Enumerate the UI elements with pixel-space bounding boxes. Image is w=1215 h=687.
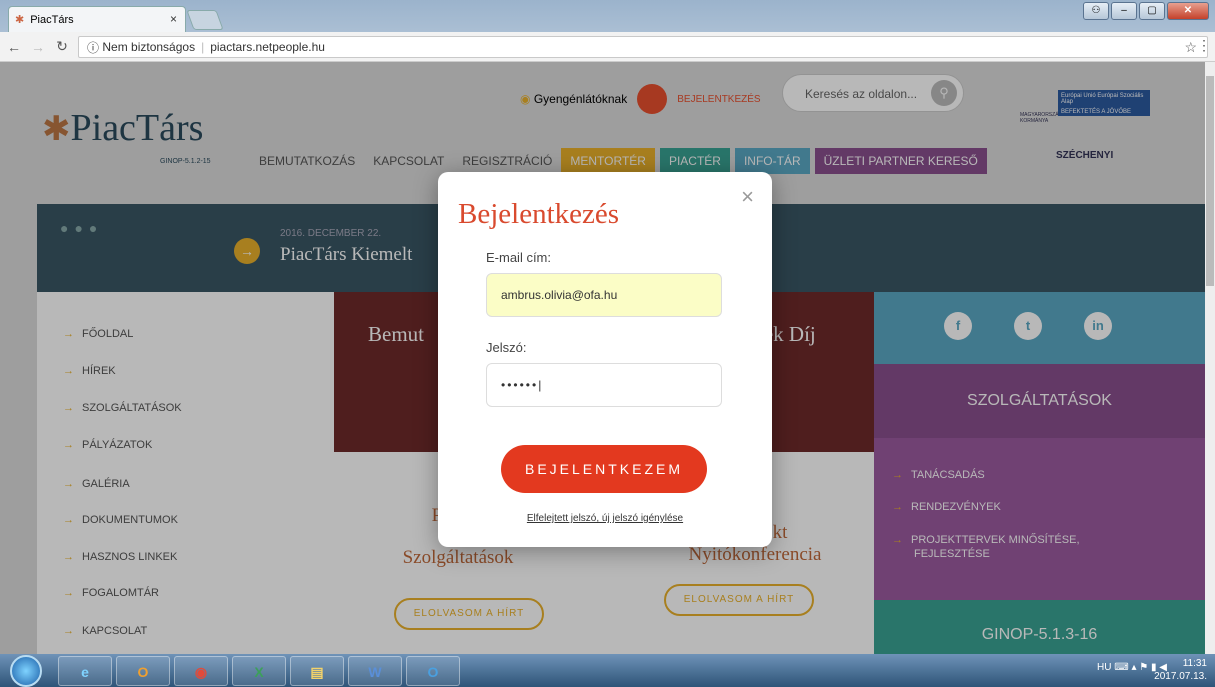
new-tab-button[interactable] [186,10,224,30]
security-label: Nem biztonságos [102,40,196,54]
close-window-button[interactable]: ✕ [1167,2,1209,20]
login-submit-button[interactable]: BEJELENTKEZEM [501,445,707,493]
word-icon[interactable]: W [348,656,402,686]
email-label: E-mail cím: [486,250,551,265]
clock-time: 11:31 [1182,658,1207,669]
flag-icon[interactable]: ⚑ [1139,662,1148,673]
minimize-button[interactable]: – [1111,2,1137,20]
forward-icon[interactable]: → [28,39,48,55]
user-icon[interactable]: ⚇ [1083,2,1109,20]
tray-expand-icon[interactable]: ▴ [1131,662,1136,673]
modal-title: Bejelentkezés [458,198,620,230]
outlook-icon[interactable]: O [116,656,170,686]
keyboard-icon[interactable]: ⌨ [1114,662,1128,673]
divider: | [201,40,205,54]
password-field[interactable] [486,363,722,407]
page-scrollbar[interactable] [1205,62,1215,654]
ie-icon[interactable]: e [58,656,112,686]
clock[interactable]: 11:31 2017.07.13. [1154,657,1207,683]
browser-chrome: ✱ PiacTárs × ⚇ – ▢ ✕ ← → ↻ ⓘ Nem biztons… [0,0,1215,62]
email-field[interactable] [486,273,722,317]
window-controls: ⚇ – ▢ ✕ [1083,2,1209,20]
excel-icon[interactable]: X [232,656,286,686]
clock-date: 2017.07.13. [1154,671,1207,682]
explorer-icon[interactable]: ▤ [290,656,344,686]
tab-title: PiacTárs [30,13,74,26]
outlook-mail-icon[interactable]: O [406,656,460,686]
windows-taskbar: e O ◉ X ▤ W O HU ⌨ ▴ ⚑ ▮ ◀ 11:31 2017.07… [0,654,1215,687]
url-text: piactars.netpeople.hu [210,40,325,54]
browser-menu-icon[interactable]: ⋮ [1197,37,1211,54]
forgot-password-link[interactable]: Elfelejtett jelszó, új jelszó igénylése [438,513,772,524]
info-icon[interactable]: ⓘ [87,39,99,56]
browser-toolbar: ← → ↻ ⓘ Nem biztonságos | piactars.netpe… [0,32,1215,62]
bookmark-star-icon[interactable]: ☆ [1184,39,1197,56]
reload-icon[interactable]: ↻ [52,38,72,55]
start-button[interactable] [10,655,42,687]
scrollbar-thumb[interactable] [1206,76,1214,286]
back-icon[interactable]: ← [4,39,24,55]
chrome-icon[interactable]: ◉ [174,656,228,686]
tab-close-icon[interactable]: × [170,12,177,26]
login-modal: × Bejelentkezés E-mail cím: Jelszó: BEJE… [438,172,772,547]
password-label: Jelszó: [486,340,527,355]
maximize-button[interactable]: ▢ [1139,2,1165,20]
favicon-icon: ✱ [15,14,25,26]
language-indicator[interactable]: HU [1097,662,1111,673]
close-icon[interactable]: × [741,184,754,210]
page-content: ✱PiacTárs GINOP-5.1.2-15 ◉ Gyengénlátókn… [0,62,1205,654]
tab-piactars[interactable]: ✱ PiacTárs × [8,6,186,32]
address-bar[interactable]: ⓘ Nem biztonságos | piactars.netpeople.h… [78,36,1208,58]
